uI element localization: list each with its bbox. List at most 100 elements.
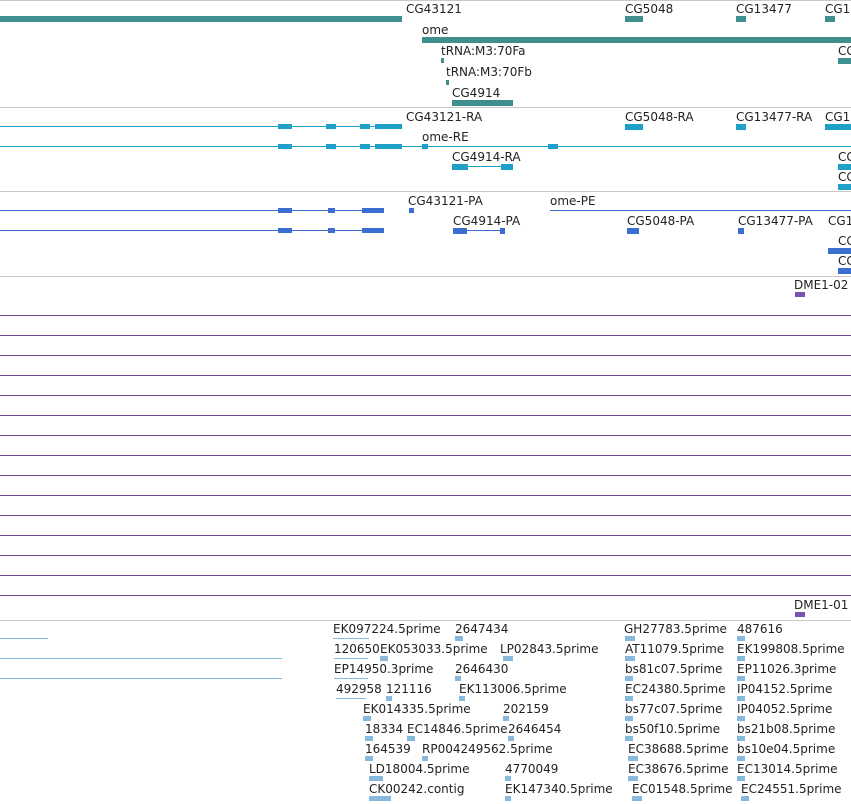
gene-feature-cg5048[interactable] [625,16,643,22]
est-line[interactable] [0,678,282,679]
est-feature [407,736,415,741]
track-line [0,455,851,456]
est-feature [628,776,638,781]
exon-block [278,124,292,129]
protein-block [453,228,467,234]
est-label: EK014335.5prime [363,702,471,716]
gene-label: CG43121 [406,2,462,16]
est-feature [455,636,463,641]
track-line [0,595,851,596]
exon-block [548,144,558,149]
est-label: LP02843.5prime [500,642,599,656]
est-label: 164539 [365,742,411,756]
est-label: 487616 [737,622,783,636]
protein-line-cg43121-b[interactable] [0,230,384,231]
est-label: AT11079.5prime [625,642,725,656]
transcript-label: CG4914-RA [452,150,521,164]
exon-block [326,124,336,129]
purple-feature[interactable] [795,292,805,297]
protein-label: CG [838,234,851,248]
est-label: EC38676.5prime [628,762,729,776]
transcript-cg1[interactable] [825,124,851,130]
est-label: EC01548.5prime [632,782,733,796]
track-line [0,415,851,416]
protein-line-cg43121[interactable] [0,210,384,211]
est-label: EC13014.5prime [737,762,838,776]
est-label: RP004249562.5prime [422,742,553,756]
est-feature [503,716,509,721]
track-line [0,475,851,476]
track-line [0,515,851,516]
est-label: 492958 [336,682,382,696]
protein-label: CG1 [828,214,851,228]
exon-block [360,124,370,129]
est-feature [737,736,745,741]
est-feature [459,696,465,701]
gene-feature-trna-b[interactable] [446,80,449,85]
protein-block [328,208,335,213]
est-line[interactable] [0,638,48,639]
est-label: 2646430 [455,662,509,676]
genome-browser-viewport[interactable]: CG43121 ome tRNA:M3:70Fa tRNA:M3:70Fb CG… [0,0,851,804]
purple-feature[interactable] [795,612,805,617]
est-feature [334,678,368,679]
est-feature [741,796,749,801]
protein-cg-b[interactable] [838,268,851,274]
exon-block [278,144,292,149]
gene-feature-trna-a[interactable] [441,58,444,63]
protein-block [362,228,384,233]
est-feature [365,756,373,761]
exon-block [326,144,336,149]
protein-cg13477[interactable] [738,228,744,234]
transcript-label: CG13477-RA [736,110,813,124]
gene-feature-cg4914[interactable] [452,100,513,106]
est-feature [369,776,383,781]
protein-block [409,208,414,213]
est-feature [363,716,371,721]
est-label: CK00242.contig [369,782,465,796]
est-label: 2646454 [508,722,562,736]
est-line[interactable] [0,658,282,659]
est-feature [628,756,638,761]
gene-feature-cg[interactable] [838,58,851,64]
protein-block [362,208,384,213]
est-feature [422,756,428,761]
protein-cg5048[interactable] [627,228,639,234]
est-label: EC38688.5prime [628,742,729,756]
protein-block [278,228,292,233]
transcript-line-cg43121[interactable] [0,126,402,127]
track-line [0,575,851,576]
transcript-label: ome-RE [422,130,469,144]
protein-line-ome[interactable] [550,210,851,211]
protein-label: CG43121-PA [408,194,483,208]
transcript-cg5048[interactable] [625,124,643,130]
purple-label: DME1-01 [794,598,849,612]
est-feature [336,698,366,699]
protein-block [500,228,505,234]
est-feature [386,696,392,701]
gene-label: CG1 [825,2,851,16]
est-label: 18334 [365,722,404,736]
gene-feature-cg13477[interactable] [736,16,746,22]
protein-label: ome-PE [550,194,596,208]
track-line [0,355,851,356]
gene-feature-cg43121[interactable] [0,16,402,22]
est-feature [334,658,368,659]
est-feature[interactable] [333,638,369,639]
track-line [0,555,851,556]
gene-label: tRNA:M3:70Fb [446,65,532,79]
est-feature [369,796,391,801]
gene-feature-ome[interactable] [422,37,851,43]
track-line [0,375,851,376]
transcript-label: CG1 [825,110,851,124]
transcript-cg13477[interactable] [736,124,746,130]
transcript-label: CG5048-RA [625,110,694,124]
est-feature [455,676,461,681]
est-label: 121116 [386,682,432,696]
track-line [0,535,851,536]
est-feature [632,796,642,801]
transcript-cg-b[interactable] [838,184,851,190]
gene-label: CG5048 [625,2,674,16]
gene-feature-cg1[interactable] [825,16,835,22]
protein-block [278,208,292,213]
